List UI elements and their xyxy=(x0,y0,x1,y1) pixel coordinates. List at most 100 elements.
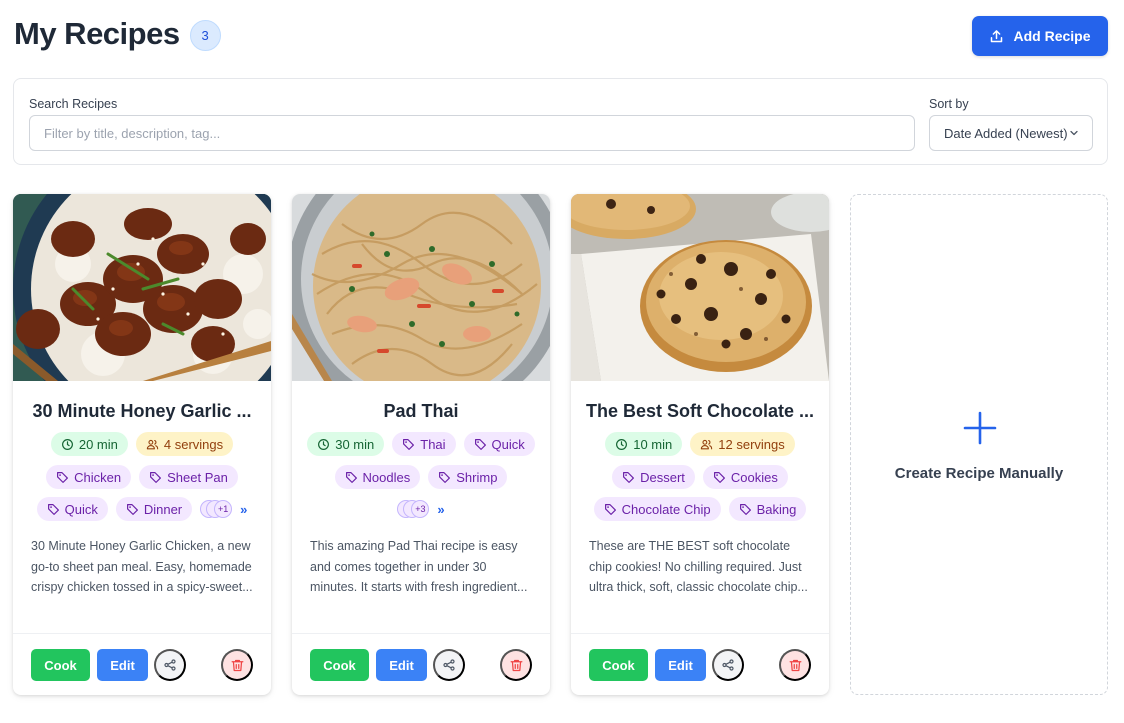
tag-label: Quick xyxy=(64,501,98,517)
servings-chip: 4 servings xyxy=(135,432,234,456)
sort-value: Date Added (Newest) xyxy=(944,125,1068,141)
recipe-image-cookies[interactable] xyxy=(571,194,829,381)
sort-label: Sort by xyxy=(929,97,969,111)
tag-chip[interactable]: Chocolate Chip xyxy=(593,497,721,521)
time-chip: 10 min xyxy=(605,432,683,456)
time-chip: 20 min xyxy=(50,432,128,456)
tag-icon xyxy=(739,503,752,516)
tag-label: Noodles xyxy=(362,469,411,485)
tag-row: Chicken Sheet Pan xyxy=(21,465,263,489)
time-value: 30 min xyxy=(335,436,375,452)
cook-button[interactable]: Cook xyxy=(310,649,369,681)
tag-chip[interactable]: Sheet Pan xyxy=(139,465,238,489)
recipe-title[interactable]: 30 Minute Honey Garlic ... xyxy=(27,401,257,425)
time-value: 20 min xyxy=(78,436,118,452)
card-actions: Cook Edit xyxy=(310,649,532,681)
edit-button[interactable]: Edit xyxy=(655,649,706,681)
servings-value: 12 servings xyxy=(718,436,785,452)
tag-icon xyxy=(604,503,617,516)
tag-chip[interactable]: Thai xyxy=(392,432,456,456)
share-button[interactable] xyxy=(433,649,465,681)
card-divider xyxy=(13,633,271,634)
recipe-card[interactable]: The Best Soft Chocolate ... 10 min 12 se… xyxy=(571,194,829,695)
tag-icon xyxy=(713,471,726,484)
tag-chip[interactable]: Quick xyxy=(36,497,108,521)
recipe-image-pad-thai[interactable] xyxy=(292,194,550,381)
tag-chip[interactable]: Cookies xyxy=(702,465,788,489)
recipe-card[interactable]: 30 Minute Honey Garlic ... 20 min 4 serv… xyxy=(13,194,271,695)
tag-icon xyxy=(622,471,635,484)
tag-row: Quick Dinner +1 » xyxy=(21,497,263,521)
tag-chip[interactable]: Baking xyxy=(728,497,807,521)
search-input[interactable] xyxy=(29,115,915,151)
tag-icon xyxy=(56,471,69,484)
clock-icon xyxy=(615,438,628,451)
recipe-description: These are THE BEST soft chocolate chip c… xyxy=(589,539,808,594)
clock-icon xyxy=(317,438,330,451)
meta-row: 20 min 4 servings xyxy=(21,432,263,456)
servings-chip: 12 servings xyxy=(690,432,795,456)
recipe-title[interactable]: Pad Thai xyxy=(306,401,536,425)
tag-chip[interactable]: Chicken xyxy=(46,465,132,489)
users-icon xyxy=(700,438,713,451)
delete-button[interactable] xyxy=(779,649,811,681)
tag-icon xyxy=(126,503,139,516)
tag-chip[interactable]: Noodles xyxy=(334,465,421,489)
tag-chip[interactable]: Shrimp xyxy=(428,465,508,489)
expand-tags-icon[interactable]: » xyxy=(240,502,247,517)
share-button[interactable] xyxy=(154,649,186,681)
tag-label: Chocolate Chip xyxy=(621,501,711,517)
expand-tags-icon[interactable]: » xyxy=(437,502,444,517)
cook-button[interactable]: Cook xyxy=(589,649,648,681)
add-recipe-button[interactable]: Add Recipe xyxy=(972,16,1108,56)
card-actions: Cook Edit xyxy=(589,649,811,681)
tag-row: Dessert Cookies xyxy=(579,465,821,489)
cook-button[interactable]: Cook xyxy=(31,649,90,681)
recipe-title[interactable]: The Best Soft Chocolate ... xyxy=(585,401,815,425)
add-recipe-label: Add Recipe xyxy=(1013,28,1091,44)
servings-value: 4 servings xyxy=(163,436,224,452)
edit-button[interactable]: Edit xyxy=(97,649,148,681)
recipe-card[interactable]: Pad Thai 30 min Thai Quick Noodles Shrim… xyxy=(292,194,550,695)
tag-label: Chicken xyxy=(74,469,122,485)
tag-chip[interactable]: Dessert xyxy=(612,465,695,489)
recipe-description: 30 Minute Honey Garlic Chicken, a new go… xyxy=(31,539,253,594)
page-header: My Recipes 3 Add Recipe xyxy=(14,12,1108,56)
tag-chip[interactable]: Dinner xyxy=(115,497,193,521)
tag-row: Noodles Shrimp xyxy=(300,465,542,489)
trash-icon xyxy=(788,658,803,673)
card-actions: Cook Edit xyxy=(31,649,253,681)
more-tags-toggle[interactable]: +3 » xyxy=(397,500,445,518)
delete-button[interactable] xyxy=(500,649,532,681)
recipe-image-chicken[interactable] xyxy=(13,194,271,381)
page-title: My Recipes xyxy=(14,16,180,51)
upload-icon xyxy=(991,29,1003,42)
tag-label: Dessert xyxy=(640,469,685,485)
tag-label: Dinner xyxy=(143,501,183,517)
share-icon xyxy=(163,658,177,672)
tag-icon xyxy=(474,438,487,451)
create-recipe-label: Create Recipe Manually xyxy=(894,465,1064,482)
tag-label: Thai xyxy=(420,436,446,452)
meta-row: 10 min 12 servings xyxy=(579,432,821,456)
tag-row: Chocolate Chip Baking xyxy=(579,497,821,521)
meta-row: 30 min Thai Quick xyxy=(300,432,542,456)
more-tags-stack: +1 xyxy=(200,500,234,518)
plus-icon xyxy=(963,411,997,445)
share-button[interactable] xyxy=(712,649,744,681)
more-tags-toggle[interactable]: +1 » xyxy=(200,500,247,518)
clock-icon xyxy=(61,438,74,451)
more-tags-stack: +3 xyxy=(397,500,431,518)
trash-icon xyxy=(230,658,245,673)
tag-icon xyxy=(402,438,415,451)
edit-button[interactable]: Edit xyxy=(376,649,427,681)
tag-label: Quick xyxy=(491,436,525,452)
users-icon xyxy=(146,438,159,451)
tag-label: Sheet Pan xyxy=(167,469,228,485)
tag-icon xyxy=(149,471,162,484)
sort-select[interactable]: Date Added (Newest) xyxy=(929,115,1093,151)
delete-button[interactable] xyxy=(221,649,253,681)
tag-chip[interactable]: Quick xyxy=(463,432,535,456)
trash-icon xyxy=(509,658,524,673)
create-recipe-card[interactable]: Create Recipe Manually xyxy=(850,194,1108,695)
